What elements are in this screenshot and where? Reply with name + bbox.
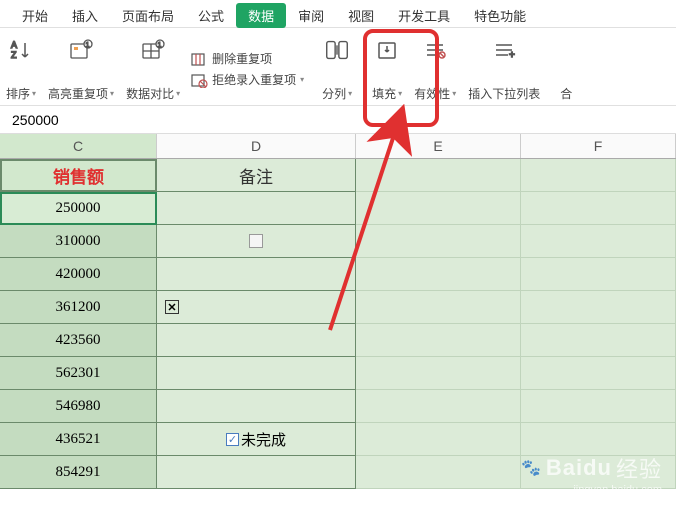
sort-icon: AZ [7,36,35,64]
ribbon: AZ 排序▾ 1 高亮重复项▾ 1 数据对比▾ 删除重复项 拒绝录入重复项▾ 分… [0,28,676,106]
cell[interactable]: 420000 [0,258,157,291]
tab-insert[interactable]: 插入 [60,3,110,28]
tab-start[interactable]: 开始 [10,3,60,28]
column-headers: C D E F [0,134,676,159]
delete-dup-icon [190,51,208,67]
cell[interactable] [356,456,521,489]
formula-bar[interactable]: 250000 [0,106,676,134]
cell[interactable] [157,357,356,390]
cell[interactable]: 423560 [0,324,157,357]
menu-tabs: 开始 插入 页面布局 公式 数据 审阅 视图 开发工具 特色功能 [0,0,676,28]
cell[interactable] [157,390,356,423]
data-compare-icon: 1 [139,36,167,64]
cell[interactable] [521,390,676,423]
tab-data[interactable]: 数据 [236,3,286,28]
cell[interactable]: 310000 [0,225,157,258]
cell[interactable] [356,423,521,456]
cell[interactable] [356,258,521,291]
col-header-d[interactable]: D [157,134,356,158]
cell[interactable]: 436521 [0,423,157,456]
cell[interactable] [521,192,676,225]
cell[interactable]: 562301 [0,357,157,390]
checkbox-empty-icon[interactable] [249,234,263,248]
reject-dup-icon [190,72,208,88]
checkbox-x-icon[interactable]: ✕ [165,300,179,314]
cell[interactable] [157,324,356,357]
svg-text:Z: Z [11,50,17,60]
tab-special[interactable]: 特色功能 [462,3,538,28]
tab-review[interactable]: 审阅 [286,3,336,28]
cell[interactable]: ✕ [157,291,356,324]
insert-dropdown-button[interactable]: + 插入下拉列表 [462,36,546,102]
cell[interactable] [157,456,356,489]
reject-dup-button[interactable]: 拒绝录入重复项▾ [190,71,304,88]
data-compare-button[interactable]: 1 数据对比▾ [120,36,186,102]
fill-icon [373,36,401,64]
svg-text:A: A [11,40,17,50]
col-header-f[interactable]: F [521,134,676,158]
cell[interactable] [356,357,521,390]
fill-button[interactable]: 填充▾ [366,36,408,102]
cell[interactable] [157,192,356,225]
col-header-e[interactable]: E [356,134,521,158]
cell[interactable]: 361200 [0,291,157,324]
sales-header[interactable]: 销售额 [0,159,157,192]
validity-button[interactable]: 有效性▾ [408,36,462,102]
cell[interactable] [521,225,676,258]
cell[interactable] [521,357,676,390]
svg-text:1: 1 [158,42,162,49]
cell[interactable] [521,159,676,192]
split-col-icon [323,36,351,64]
delete-dup-button[interactable]: 删除重复项 [190,50,304,67]
cell[interactable] [356,192,521,225]
cell[interactable] [521,258,676,291]
merge-button[interactable]: 合 [546,36,586,102]
cell[interactable] [521,456,676,489]
remark-header[interactable]: 备注 [157,159,356,192]
tab-page-layout[interactable]: 页面布局 [110,3,186,28]
svg-text:+: + [509,50,515,61]
cell[interactable] [157,225,356,258]
tab-formula[interactable]: 公式 [186,3,236,28]
merge-icon [552,36,580,64]
cell[interactable]: 546980 [0,390,157,423]
highlight-dup-button[interactable]: 1 高亮重复项▾ [42,36,120,102]
sort-button[interactable]: AZ 排序▾ [0,36,42,102]
cell[interactable]: 250000 [0,192,157,225]
cell[interactable] [356,291,521,324]
cell[interactable] [356,390,521,423]
cell[interactable] [521,324,676,357]
cell[interactable]: 854291 [0,456,157,489]
split-col-button[interactable]: 分列▾ [308,36,366,102]
tab-dev[interactable]: 开发工具 [386,3,462,28]
tab-view[interactable]: 视图 [336,3,386,28]
cell[interactable] [157,258,356,291]
highlight-dup-icon: 1 [67,36,95,64]
col-header-c[interactable]: C [0,134,157,158]
insert-dropdown-icon: + [490,36,518,64]
incomplete-label: 未完成 [241,429,286,450]
spreadsheet: C D E F 销售额 250000 310000 420000 361200 … [0,134,676,489]
checkbox-checked-icon[interactable]: ✓ [226,433,239,446]
cell[interactable] [356,225,521,258]
cell[interactable]: ✓未完成 [157,423,356,456]
validity-icon [421,36,449,64]
cell[interactable] [356,159,521,192]
cell[interactable] [356,324,521,357]
svg-text:1: 1 [86,42,90,49]
cell[interactable] [521,291,676,324]
cell[interactable] [521,423,676,456]
